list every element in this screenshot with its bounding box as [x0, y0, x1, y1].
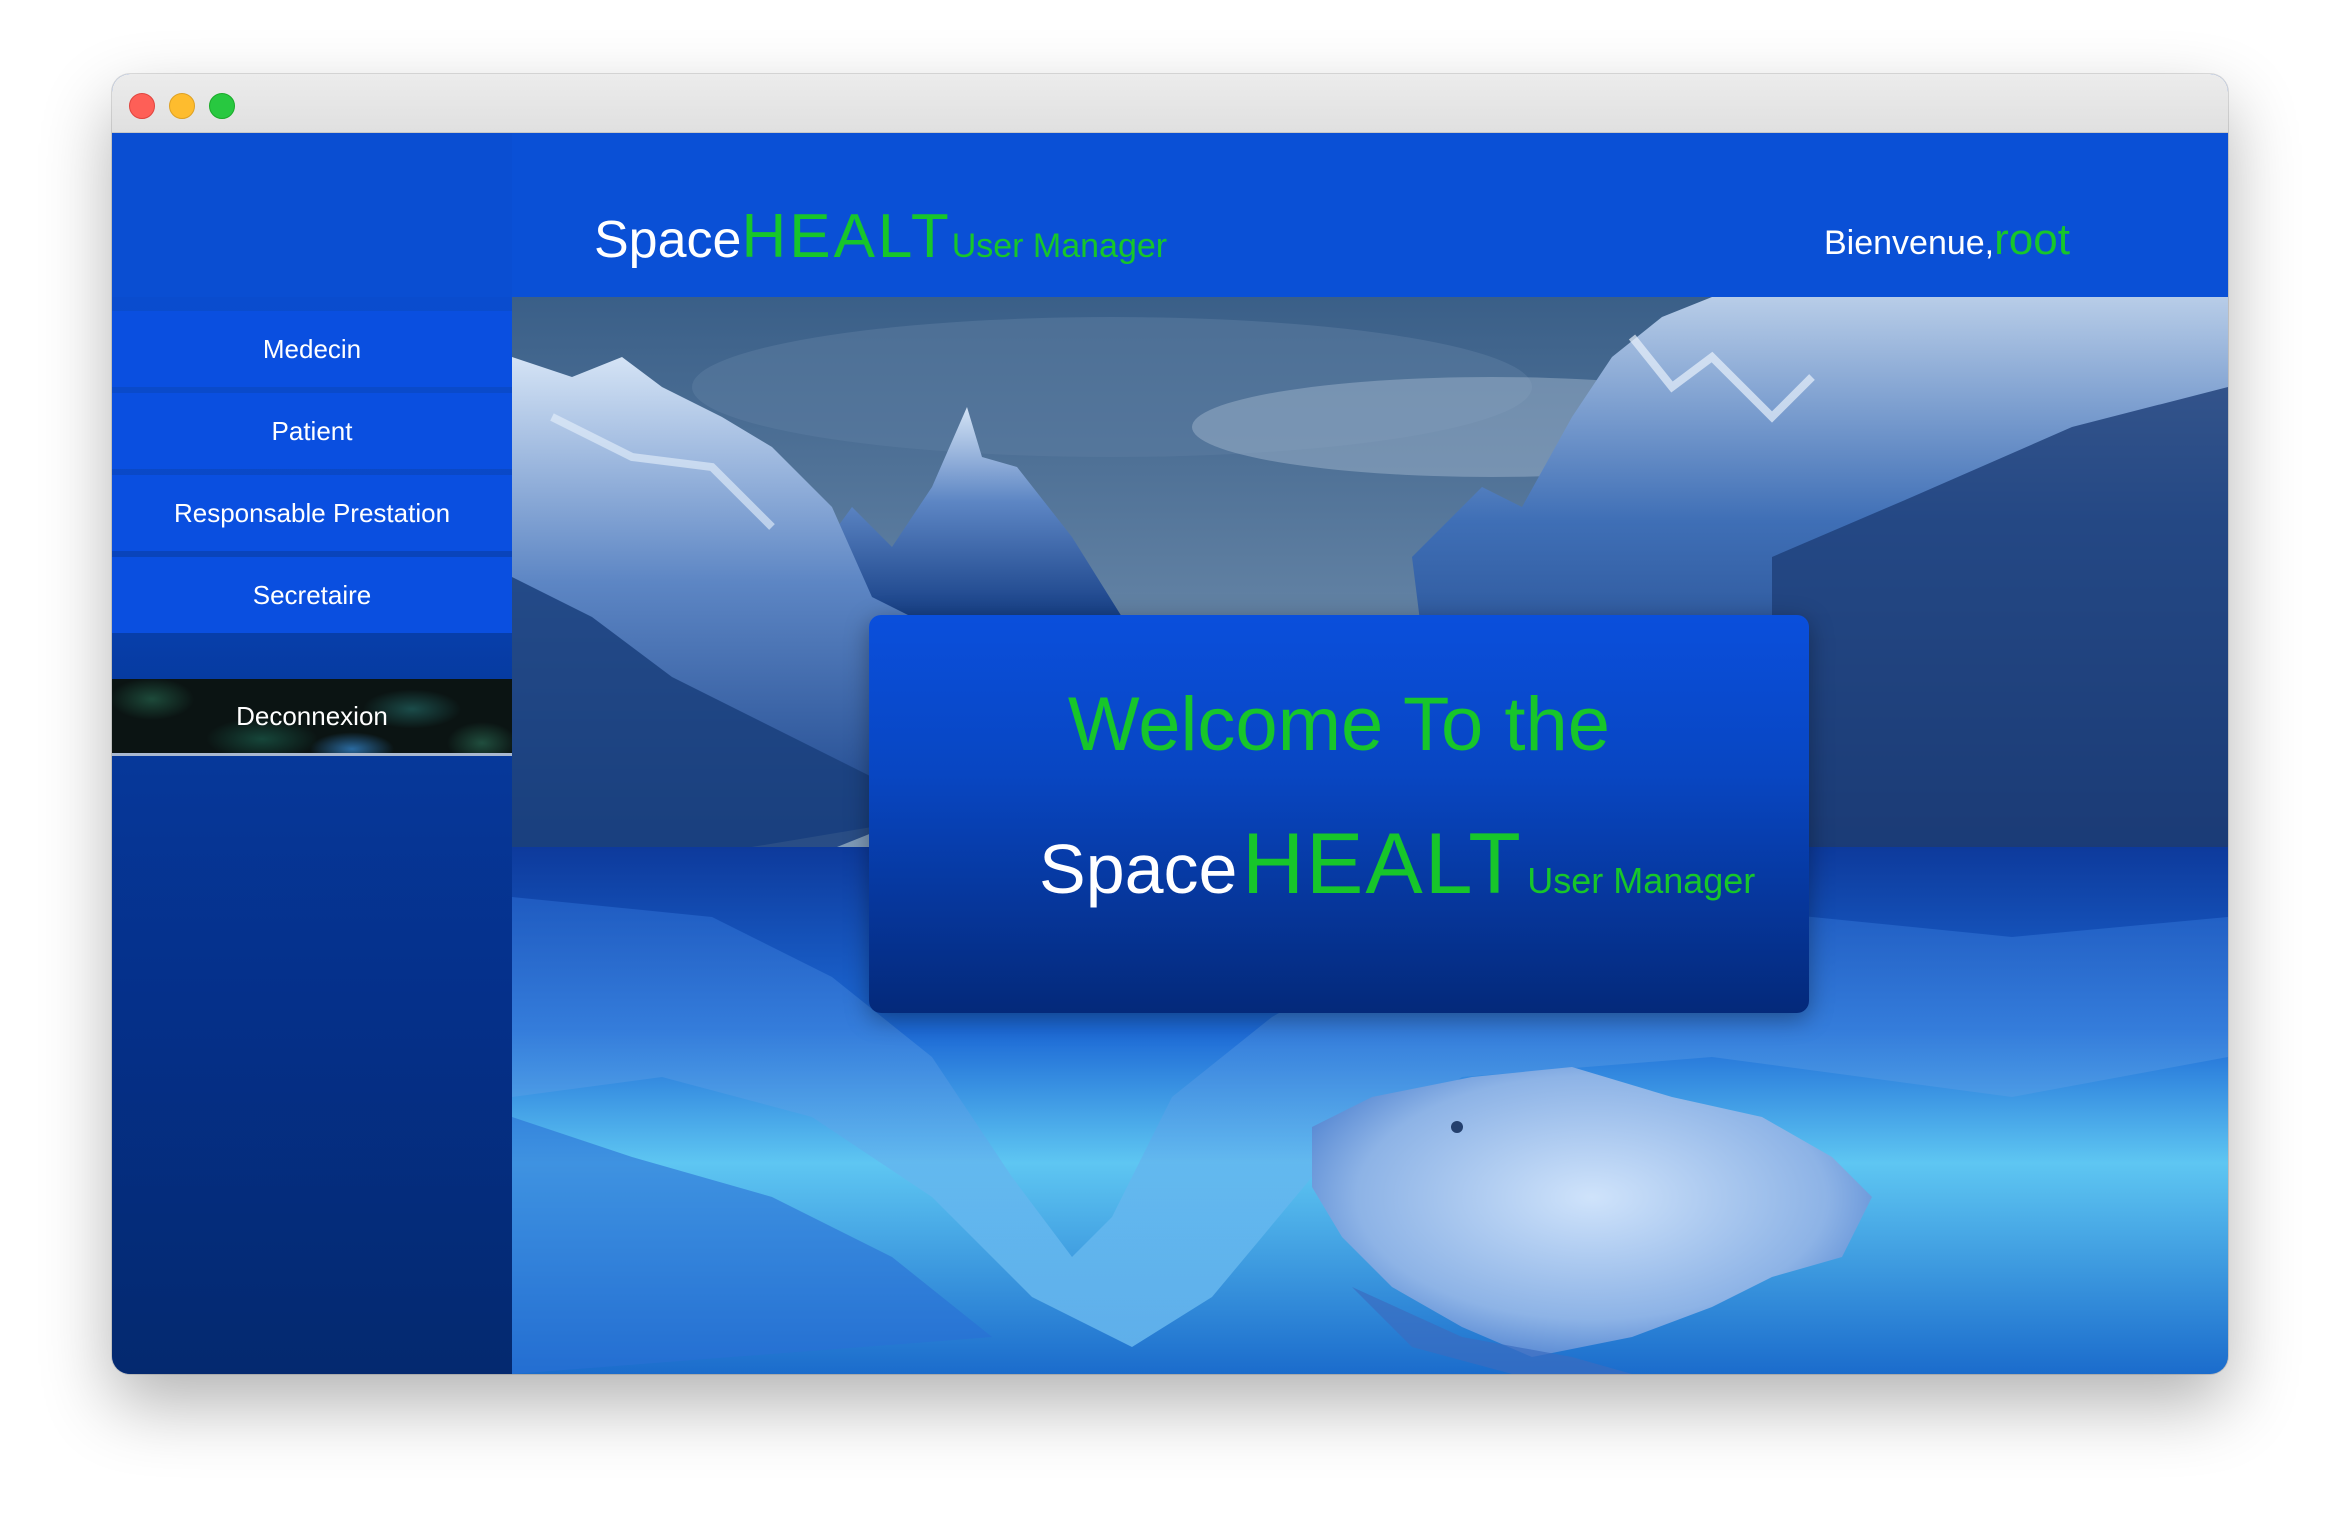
window-maximize-button[interactable] — [209, 93, 235, 119]
sidebar: Medecin Patient Responsable Prestation S… — [112, 133, 524, 1374]
sidebar-item-label: Responsable Prestation — [173, 497, 451, 528]
sidebar-item-label: Medecin — [262, 333, 362, 364]
app-brand: SpaceHEALTUser Manager — [594, 201, 1167, 272]
welcome-brand: Space HEALT User Manager — [1039, 815, 1755, 914]
sidebar-item-medecin[interactable]: Medecin — [112, 311, 512, 387]
brand-user-manager: User Manager — [951, 227, 1168, 265]
welcome-brand-user-manager: User Manager — [1527, 860, 1756, 901]
logout-button[interactable]: Deconnexion — [112, 679, 512, 756]
welcome-brand-space: Space — [1039, 830, 1238, 908]
brand-healt: HEALT — [741, 202, 952, 271]
welcome-brand-healt: HEALT — [1241, 816, 1523, 912]
window-minimize-button[interactable] — [169, 93, 195, 119]
sidebar-item-label: Secretaire — [252, 579, 372, 610]
sidebar-item-patient[interactable]: Patient — [112, 393, 512, 469]
sidebar-item-label: Patient — [271, 415, 353, 446]
welcome-heading: Welcome To the — [1067, 682, 1611, 767]
logout-label: Deconnexion — [236, 700, 388, 731]
sidebar-item-responsable-prestation[interactable]: Responsable Prestation — [112, 475, 512, 551]
app-window: Medecin Patient Responsable Prestation S… — [112, 74, 2228, 1374]
welcome-user: Bienvenue,root — [1824, 215, 2070, 265]
window-close-button[interactable] — [129, 93, 155, 119]
sidebar-header — [112, 133, 524, 297]
window-titlebar — [112, 74, 2228, 133]
welcome-label: Bienvenue, — [1824, 224, 1995, 262]
app-content: Medecin Patient Responsable Prestation S… — [112, 133, 2228, 1374]
username: root — [1994, 215, 2070, 264]
welcome-card: Welcome To the Space HEALT User Manager — [869, 615, 1809, 1013]
sidebar-item-secretaire[interactable]: Secretaire — [112, 557, 512, 633]
header-bar: SpaceHEALTUser Manager Bienvenue,root — [512, 133, 2228, 297]
brand-space: Space — [594, 211, 742, 269]
